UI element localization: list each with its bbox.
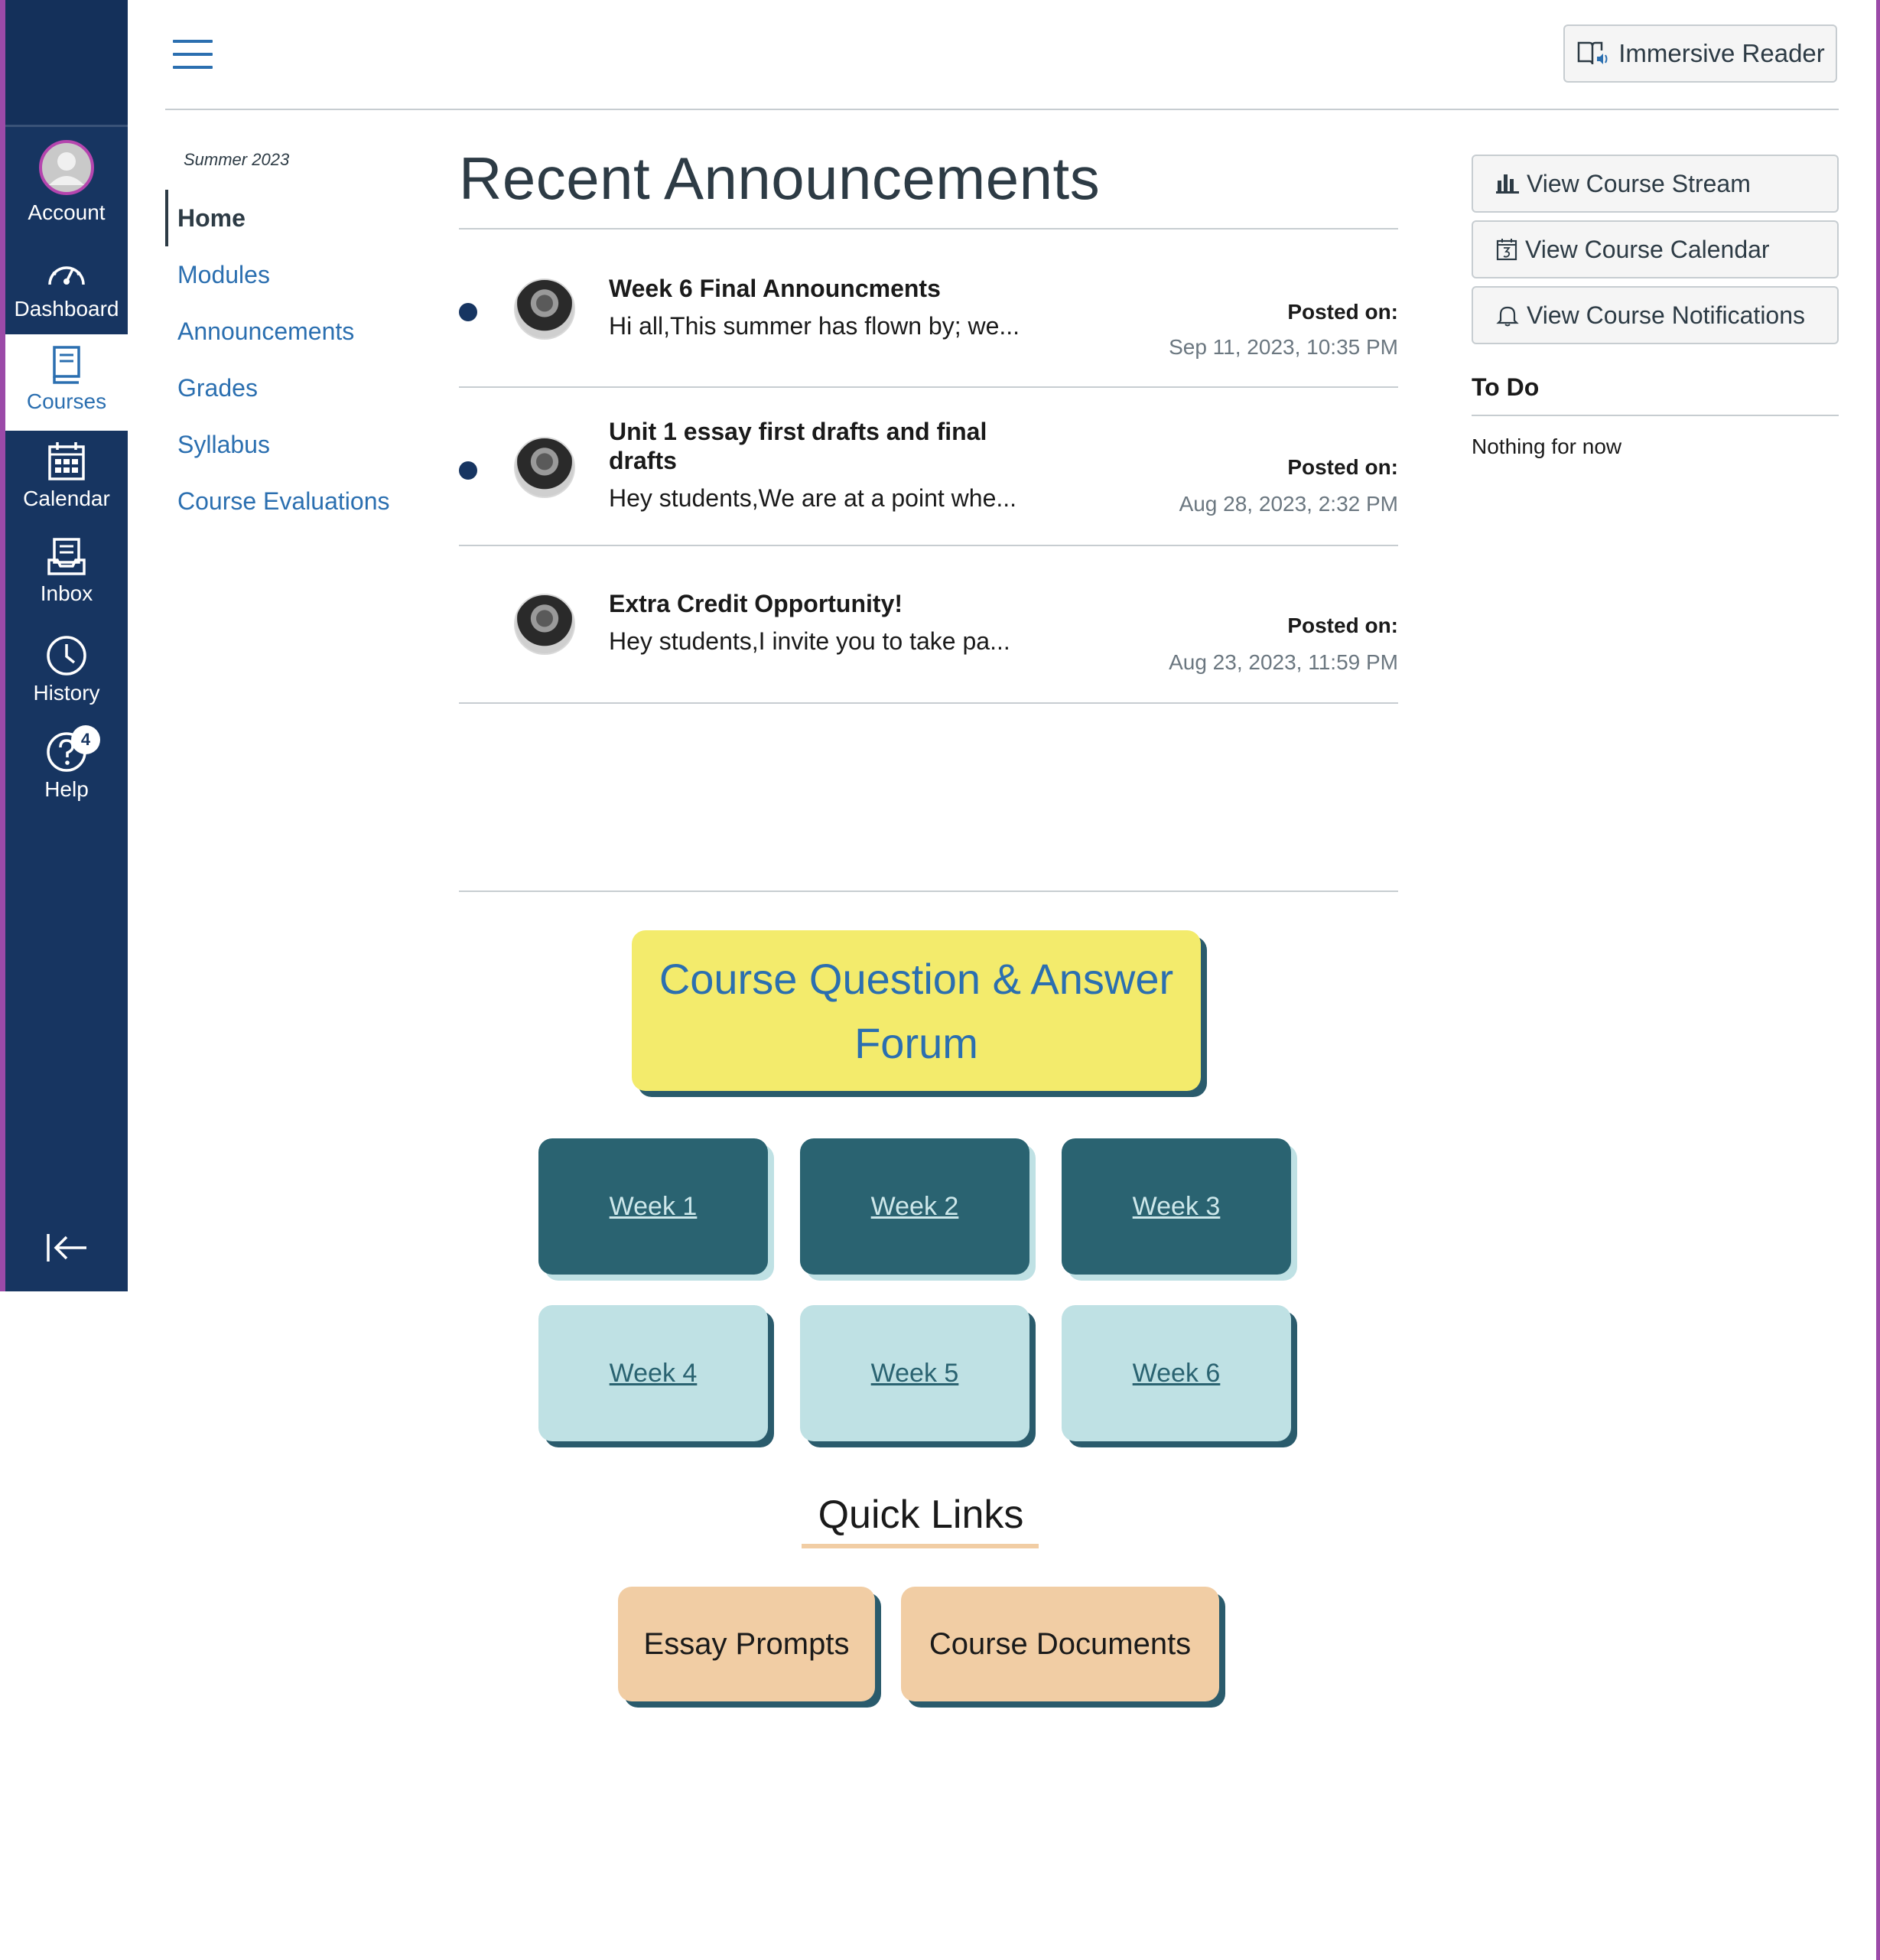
course-documents-button[interactable]: Course Documents [901,1587,1219,1701]
announcement-snippet: Hi all,This summer has flown by; we... [609,312,1020,340]
courses-icon [53,346,80,384]
dashboard-icon [48,266,85,285]
nav-dashboard-label: Dashboard [14,297,119,321]
announcement-snippet: Hey students,We are at a point whe... [609,484,1017,512]
quick-links-title: Quick Links [818,1493,1024,1537]
todo-divider [1472,415,1839,416]
immersive-reader-icon [1577,41,1608,65]
nav-history[interactable]: History [5,635,128,705]
week-2-button[interactable]: Week 2 [800,1138,1029,1275]
author-avatar [514,278,575,340]
unread-dot-icon [459,461,477,480]
course-nav-modules[interactable]: Modules [165,246,395,303]
nav-inbox-label: Inbox [40,581,93,605]
course-nav-course-evaluations[interactable]: Course Evaluations [165,473,395,529]
nav-courses-label: Courses [26,389,107,413]
announcement-title[interactable]: Unit 1 essay first drafts and final draf… [609,417,1007,475]
nav-history-label: History [33,681,100,705]
collapse-nav-button[interactable] [5,1232,128,1268]
announcement-divider [459,702,1398,704]
nav-dashboard[interactable]: Dashboard [5,256,128,321]
recent-announcements-title: Recent Announcements [459,145,1101,212]
course-qa-forum-button[interactable]: Course Question & Answer Forum [632,930,1201,1091]
announcement-title[interactable]: Week 6 Final Announcments [609,274,1007,303]
essay-prompts-button[interactable]: Essay Prompts [618,1587,875,1701]
announcement-date: Sep 11, 2023, 10:35 PM [1169,335,1398,359]
content-divider [459,890,1398,892]
view-course-calendar-button[interactable]: View Course Calendar [1472,220,1839,278]
page-frame-left [0,0,5,1291]
course-nav-announcements[interactable]: Announcements [165,303,395,360]
hamburger-bar [173,40,213,43]
announcement-item[interactable]: Week 6 Final Announcments Hi all,This su… [459,230,1398,386]
view-course-stream-button[interactable]: View Course Stream [1472,155,1839,213]
bell-icon [1496,306,1519,327]
bar-chart-icon [1496,174,1519,194]
todo-title: To Do [1472,373,1540,401]
announcement-snippet: Hey students,I invite you to take pa... [609,627,1010,655]
view-course-notifications-button[interactable]: View Course Notifications [1472,286,1839,344]
nav-inbox[interactable]: Inbox [5,537,128,606]
view-course-calendar-label: View Course Calendar [1525,235,1770,263]
immersive-reader-label: Immersive Reader [1618,39,1825,67]
view-course-notifications-label: View Course Notifications [1527,301,1806,329]
posted-on-label: Posted on: [1287,614,1398,637]
nav-calendar-label: Calendar [23,487,110,510]
course-term: Summer 2023 [184,150,290,169]
quick-links-underline [802,1544,1039,1548]
week-1-button[interactable]: Week 1 [538,1138,768,1275]
course-nav-syllabus[interactable]: Syllabus [165,416,395,473]
course-nav: Home Modules Announcements Grades Syllab… [165,190,395,529]
week-5-button[interactable]: Week 5 [800,1305,1029,1441]
header-divider [165,109,1839,110]
calendar-icon [48,442,85,480]
avatar-icon [39,140,94,195]
week-3-button[interactable]: Week 3 [1062,1138,1291,1275]
help-badge: 4 [71,725,100,754]
course-nav-grades[interactable]: Grades [165,360,395,416]
hamburger-bar [173,66,213,69]
week-6-button[interactable]: Week 6 [1062,1305,1291,1441]
nav-calendar[interactable]: Calendar [5,441,128,511]
nav-account-label: Account [28,200,106,224]
posted-on-label: Posted on: [1287,455,1398,479]
page-frame-right [1876,0,1880,1960]
unread-dot-icon [459,303,477,321]
announcement-date: Aug 28, 2023, 2:32 PM [1179,492,1398,516]
collapse-arrow-icon [47,1234,86,1262]
announcement-item[interactable]: Unit 1 essay first drafts and final draf… [459,388,1398,545]
week-4-button[interactable]: Week 4 [538,1305,768,1441]
todo-empty-message: Nothing for now [1472,435,1622,458]
nav-account[interactable]: Account [5,139,128,225]
course-menu-toggle[interactable] [173,40,213,69]
announcement-item[interactable]: Extra Credit Opportunity! Hey students,I… [459,546,1398,703]
nav-help[interactable]: 4 Help [5,725,128,802]
calendar-day-icon [1496,239,1517,261]
hamburger-bar [173,53,213,56]
author-avatar [514,437,575,498]
author-avatar [514,594,575,655]
nav-help-label: Help [44,777,89,801]
global-nav-items: Account Dashboard Courses Calendar Inbox… [5,0,128,1291]
course-nav-home[interactable]: Home [165,190,395,246]
clock-icon [47,636,86,676]
nav-courses[interactable]: Courses [5,334,128,431]
view-course-stream-label: View Course Stream [1527,169,1751,197]
inbox-icon [47,538,86,575]
immersive-reader-button[interactable]: Immersive Reader [1563,24,1837,83]
announcement-title[interactable]: Extra Credit Opportunity! [609,589,1007,618]
posted-on-label: Posted on: [1287,300,1398,324]
announcement-date: Aug 23, 2023, 11:59 PM [1169,650,1398,674]
